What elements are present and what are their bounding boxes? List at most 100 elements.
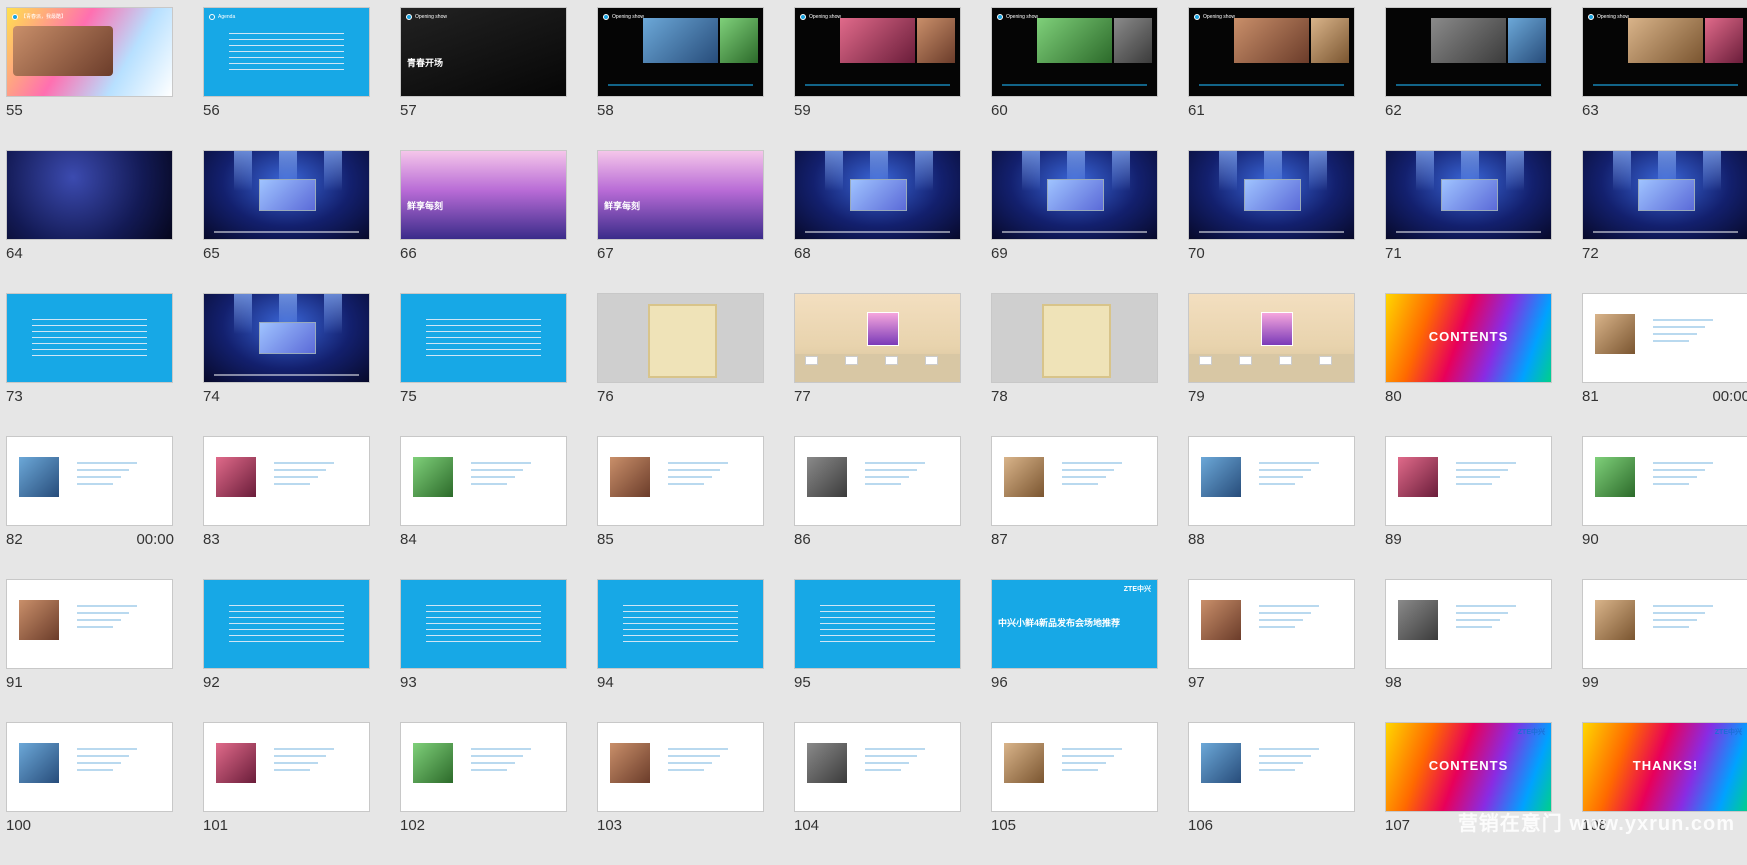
- slide-preview[interactable]: CONTENTS: [1385, 293, 1552, 383]
- slide-thumbnail-94[interactable]: 94: [597, 579, 765, 722]
- slide-preview[interactable]: [597, 579, 764, 669]
- slide-preview[interactable]: [991, 293, 1158, 383]
- slide-preview[interactable]: 鲜享每刻: [400, 150, 567, 240]
- slide-preview[interactable]: Opening show: [794, 7, 961, 97]
- slide-preview[interactable]: 【青春派，我最酷】: [6, 7, 173, 97]
- slide-thumbnail-67[interactable]: 鲜享每刻 67: [597, 150, 765, 293]
- slide-thumbnail-69[interactable]: 69: [991, 150, 1159, 293]
- slide-preview[interactable]: [597, 436, 764, 526]
- slide-thumbnail-86[interactable]: 86: [794, 436, 962, 579]
- slide-thumbnail-55[interactable]: 【青春派，我最酷】 55: [6, 7, 174, 150]
- slide-thumbnail-81[interactable]: 81 00:00: [1582, 293, 1747, 436]
- slide-thumbnail-99[interactable]: 99: [1582, 579, 1747, 722]
- slide-preview[interactable]: [1582, 579, 1747, 669]
- slide-preview[interactable]: [1385, 579, 1552, 669]
- slide-thumbnail-98[interactable]: 98: [1385, 579, 1553, 722]
- slide-thumbnail-108[interactable]: THANKS! ZTE中兴 108: [1582, 722, 1747, 865]
- slide-preview[interactable]: Opening show: [597, 7, 764, 97]
- slide-thumbnail-93[interactable]: 93: [400, 579, 568, 722]
- slide-thumbnail-78[interactable]: 78: [991, 293, 1159, 436]
- slide-thumbnail-58[interactable]: Opening show 58: [597, 7, 765, 150]
- slide-preview[interactable]: [1582, 293, 1747, 383]
- slide-thumbnail-83[interactable]: 83: [203, 436, 371, 579]
- slide-preview[interactable]: [203, 579, 370, 669]
- slide-preview[interactable]: [1188, 436, 1355, 526]
- slide-thumbnail-79[interactable]: 79: [1188, 293, 1356, 436]
- slide-preview[interactable]: [597, 293, 764, 383]
- slide-preview[interactable]: [1188, 722, 1355, 812]
- slide-preview[interactable]: CONTENTS ZTE中兴: [1385, 722, 1552, 812]
- slide-preview[interactable]: [794, 293, 961, 383]
- slide-thumbnail-96[interactable]: 中兴小鲜4新品发布会场地推荐 ZTE中兴 96: [991, 579, 1159, 722]
- slide-thumbnail-104[interactable]: 104: [794, 722, 962, 865]
- slide-preview[interactable]: [1385, 7, 1552, 97]
- slide-thumbnail-77[interactable]: 77: [794, 293, 962, 436]
- slide-preview[interactable]: Agenda: [203, 7, 370, 97]
- slide-preview[interactable]: [6, 579, 173, 669]
- slide-preview[interactable]: [203, 722, 370, 812]
- slide-thumbnail-97[interactable]: 97: [1188, 579, 1356, 722]
- slide-preview[interactable]: [1582, 150, 1747, 240]
- slide-thumbnail-59[interactable]: Opening show 59: [794, 7, 962, 150]
- slide-preview[interactable]: [203, 150, 370, 240]
- slide-preview[interactable]: Opening show: [1582, 7, 1747, 97]
- slide-thumbnail-95[interactable]: 95: [794, 579, 962, 722]
- slide-thumbnail-65[interactable]: 65: [203, 150, 371, 293]
- slide-thumbnail-100[interactable]: 100: [6, 722, 174, 865]
- slide-preview[interactable]: [1188, 293, 1355, 383]
- slide-preview[interactable]: [6, 150, 173, 240]
- slide-preview[interactable]: [400, 436, 567, 526]
- slide-preview[interactable]: [794, 436, 961, 526]
- slide-preview[interactable]: [400, 722, 567, 812]
- slide-thumbnail-64[interactable]: 64: [6, 150, 174, 293]
- slide-preview[interactable]: [203, 436, 370, 526]
- slide-preview[interactable]: Opening show 青春开场: [400, 7, 567, 97]
- slide-thumbnail-61[interactable]: Opening show 61: [1188, 7, 1356, 150]
- slide-preview[interactable]: [400, 579, 567, 669]
- slide-thumbnail-73[interactable]: 73: [6, 293, 174, 436]
- slide-thumbnail-66[interactable]: 鲜享每刻 66: [400, 150, 568, 293]
- slide-thumbnail-90[interactable]: 90: [1582, 436, 1747, 579]
- slide-thumbnail-87[interactable]: 87: [991, 436, 1159, 579]
- slide-thumbnail-71[interactable]: 71: [1385, 150, 1553, 293]
- slide-thumbnail-85[interactable]: 85: [597, 436, 765, 579]
- slide-thumbnail-56[interactable]: Agenda 56: [203, 7, 371, 150]
- slide-thumbnail-91[interactable]: 91: [6, 579, 174, 722]
- slide-thumbnail-102[interactable]: 102: [400, 722, 568, 865]
- slide-preview[interactable]: [1582, 436, 1747, 526]
- slide-thumbnail-105[interactable]: 105: [991, 722, 1159, 865]
- slide-preview[interactable]: 鲜享每刻: [597, 150, 764, 240]
- slide-thumbnail-84[interactable]: 84: [400, 436, 568, 579]
- slide-thumbnail-74[interactable]: 74: [203, 293, 371, 436]
- slide-thumbnail-82[interactable]: 82 00:00: [6, 436, 174, 579]
- slide-thumbnail-60[interactable]: Opening show 60: [991, 7, 1159, 150]
- slide-preview[interactable]: Opening show: [991, 7, 1158, 97]
- slide-preview[interactable]: [1385, 150, 1552, 240]
- slide-preview[interactable]: 中兴小鲜4新品发布会场地推荐 ZTE中兴: [991, 579, 1158, 669]
- slide-preview[interactable]: [991, 436, 1158, 526]
- slide-thumbnail-76[interactable]: 76: [597, 293, 765, 436]
- slide-preview[interactable]: [597, 722, 764, 812]
- slide-preview[interactable]: [991, 150, 1158, 240]
- slide-thumbnail-72[interactable]: 72: [1582, 150, 1747, 293]
- slide-thumbnail-92[interactable]: 92: [203, 579, 371, 722]
- slide-preview[interactable]: [1188, 150, 1355, 240]
- slide-preview[interactable]: [6, 293, 173, 383]
- slide-preview[interactable]: [1188, 579, 1355, 669]
- slide-thumbnail-80[interactable]: CONTENTS 80: [1385, 293, 1553, 436]
- slide-thumbnail-63[interactable]: Opening show 63: [1582, 7, 1747, 150]
- slide-thumbnail-88[interactable]: 88: [1188, 436, 1356, 579]
- slide-preview[interactable]: [1385, 436, 1552, 526]
- slide-thumbnail-75[interactable]: 75: [400, 293, 568, 436]
- slide-preview[interactable]: [794, 722, 961, 812]
- slide-preview[interactable]: [794, 579, 961, 669]
- slide-thumbnail-89[interactable]: 89: [1385, 436, 1553, 579]
- slide-preview[interactable]: [6, 722, 173, 812]
- slide-thumbnail-101[interactable]: 101: [203, 722, 371, 865]
- slide-thumbnail-68[interactable]: 68: [794, 150, 962, 293]
- slide-thumbnail-106[interactable]: 106: [1188, 722, 1356, 865]
- slide-thumbnail-107[interactable]: CONTENTS ZTE中兴 107: [1385, 722, 1553, 865]
- slide-preview[interactable]: [400, 293, 567, 383]
- slide-preview[interactable]: [794, 150, 961, 240]
- slide-thumbnail-103[interactable]: 103: [597, 722, 765, 865]
